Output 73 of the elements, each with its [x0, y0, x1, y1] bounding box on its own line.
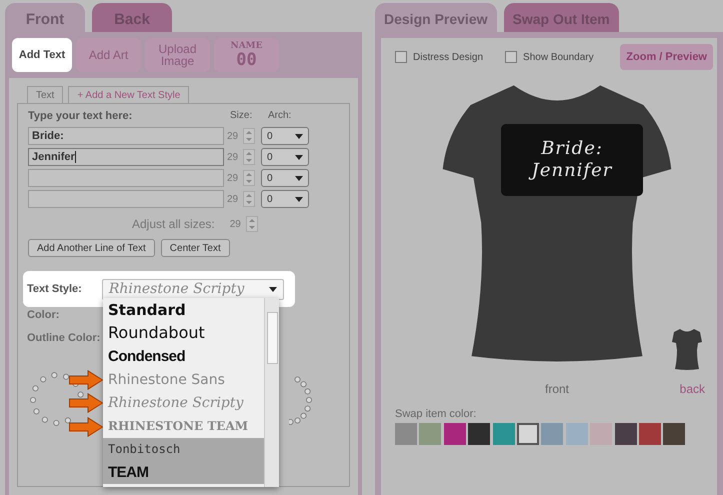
color-swatch[interactable] — [638, 423, 661, 445]
tool-button[interactable]: Upload Image — [145, 38, 210, 72]
arch-dropdown[interactable]: 0 — [261, 148, 309, 166]
tool-button[interactable]: Add Art — [76, 38, 141, 72]
font-option[interactable]: Standard — [103, 298, 264, 322]
caret-icon — [295, 196, 303, 202]
swap-color-label: Swap item color: — [395, 408, 478, 420]
scrollbar[interactable] — [264, 298, 279, 487]
caret-icon — [295, 134, 303, 138]
sub-tab[interactable]: + Add a New Text Style — [68, 86, 190, 103]
color-swatch[interactable] — [419, 423, 442, 445]
zoom-preview-button[interactable]: Zoom / Preview — [620, 44, 713, 70]
size-value: 29 — [230, 218, 242, 230]
color-swatch[interactable] — [663, 423, 686, 445]
color-swatch[interactable] — [516, 423, 539, 445]
color-swatch[interactable] — [492, 423, 515, 445]
color-swatch[interactable] — [541, 423, 564, 445]
size-value: 29 — [227, 194, 240, 204]
color-label: Color: — [27, 309, 60, 321]
arch-dropdown[interactable]: 0 — [261, 127, 309, 145]
spinner-arrows-icon[interactable] — [243, 170, 255, 186]
font-option[interactable]: Condensed — [103, 344, 264, 368]
spinner-arrows-icon[interactable] — [246, 216, 258, 232]
font-option[interactable]: TEAM — [103, 461, 264, 484]
caret-icon — [295, 154, 303, 160]
outline-color-label: Outline Color: — [27, 332, 100, 344]
view-link[interactable]: front — [545, 380, 570, 398]
spinner-arrows-icon[interactable] — [243, 128, 255, 144]
design-text: Bride: — [541, 138, 603, 160]
spinner-arrows-icon[interactable] — [243, 191, 255, 207]
color-swatch[interactable] — [468, 423, 490, 445]
size-value: 29 — [227, 130, 240, 142]
size-value: 29 — [227, 172, 240, 184]
tool-button[interactable]: Add Text — [12, 38, 72, 72]
color-swatch[interactable] — [395, 423, 417, 445]
color-swatch[interactable] — [566, 423, 588, 445]
text-heading: Type your text here: — [28, 110, 134, 124]
adjust-sizes-label: Adjust all sizes: — [132, 217, 215, 231]
text-input-field[interactable]: Bride: — [28, 127, 224, 145]
preview-tab[interactable]: Design Preview — [375, 3, 496, 32]
arch-label: Arch: — [268, 110, 292, 123]
font-option[interactable]: Rhinestone Sans — [103, 368, 264, 392]
color-swatch[interactable] — [614, 423, 637, 445]
size-value: 29 — [227, 152, 240, 162]
text-style-label: Text Style: — [27, 283, 82, 295]
checkbox[interactable] — [395, 51, 407, 63]
text-input-field[interactable] — [28, 169, 224, 187]
rhinestone-ring-drawing — [289, 375, 313, 425]
font-option[interactable]: Rhinestone Scripty — [103, 391, 264, 414]
font-option[interactable]: Tonbitosch — [103, 438, 264, 462]
t-shirt-back-thumbnail[interactable] — [671, 328, 703, 370]
arch-dropdown[interactable]: 0 — [261, 169, 309, 187]
text-input-field[interactable] — [28, 190, 224, 208]
view-link[interactable]: back — [680, 380, 705, 398]
text-input-field[interactable]: Jennifer — [28, 148, 224, 166]
text-style-dropdown[interactable]: Rhinestone Scripty — [102, 278, 284, 300]
font-option[interactable]: RHINESTONE TEAM — [103, 414, 264, 438]
size-label: Size: — [230, 110, 254, 123]
font-option[interactable]: Roundabout — [103, 321, 264, 345]
sub-tab[interactable]: Text — [27, 86, 64, 103]
caret-icon — [268, 286, 277, 292]
option-label: Show Boundary — [523, 52, 594, 62]
checkbox[interactable] — [505, 51, 518, 63]
spinner-arrows-icon[interactable] — [243, 149, 255, 165]
rhinestone-ring-drawing — [29, 371, 85, 427]
name-number-button[interactable]: NAME 00 — [214, 38, 279, 72]
text-action-button[interactable]: Center Text — [160, 239, 230, 257]
caret-icon — [295, 176, 303, 180]
text-action-button[interactable]: Add Another Line of Text — [28, 239, 155, 257]
color-swatch[interactable] — [444, 423, 466, 445]
arch-dropdown[interactable]: 0 — [261, 190, 309, 208]
side-tab[interactable]: Front — [5, 3, 85, 32]
option-label: Distress Design — [413, 52, 484, 62]
